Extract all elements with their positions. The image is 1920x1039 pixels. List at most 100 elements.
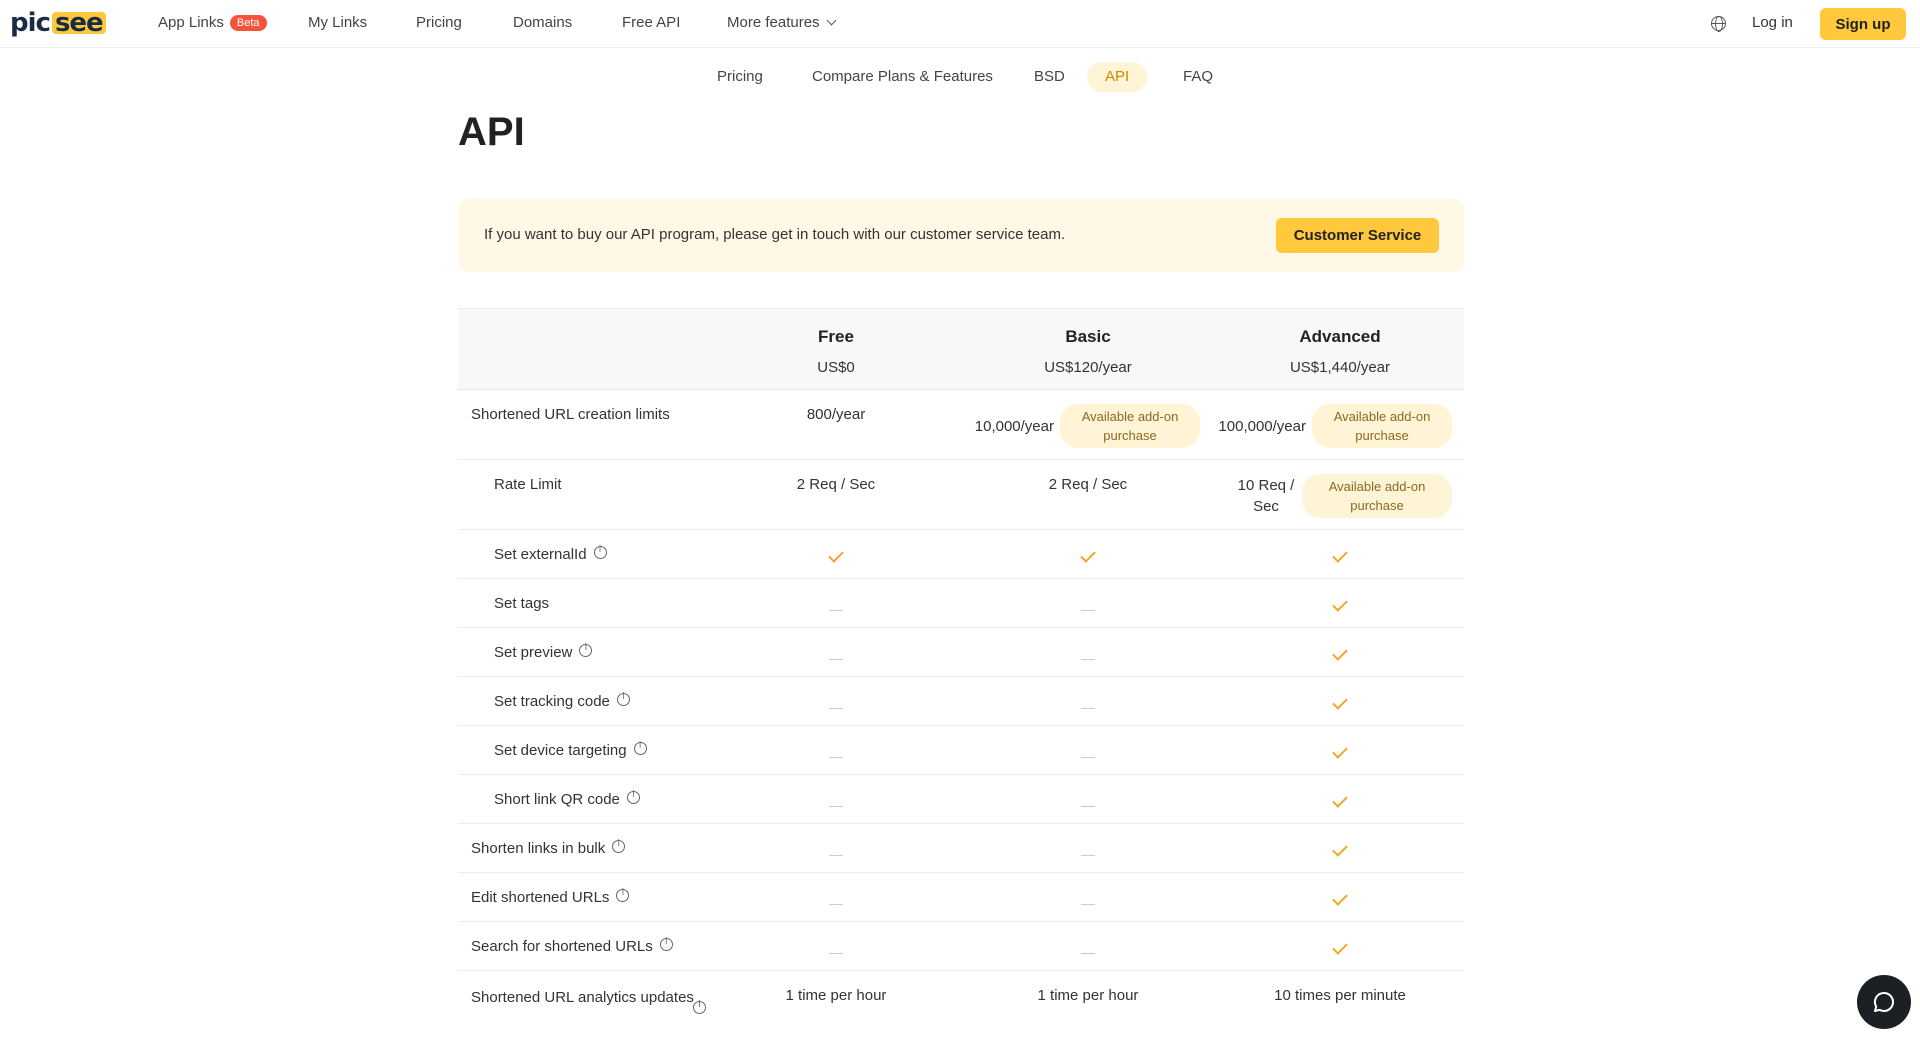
- addon-badge: Available add-on purchase: [1302, 474, 1452, 518]
- check-icon: [1332, 645, 1348, 661]
- advanced-value: 10 times per minute: [1274, 987, 1406, 1004]
- dash-icon: [829, 707, 843, 709]
- row-label-text: Search for shortened URLs: [471, 938, 653, 955]
- free-value: 1 time per hour: [785, 987, 887, 1004]
- nav-pricing[interactable]: Pricing: [416, 14, 462, 31]
- beta-badge: Beta: [229, 15, 267, 31]
- dash-icon: [1081, 952, 1095, 954]
- tab-pricing[interactable]: Pricing: [717, 62, 763, 92]
- tab-bsd[interactable]: BSD: [1034, 62, 1065, 92]
- free-dash: [710, 797, 962, 814]
- check-icon: [1332, 743, 1348, 759]
- advanced-check: [1214, 742, 1466, 759]
- chat-bubble-icon: [1873, 991, 1894, 1012]
- dash-icon: [829, 658, 843, 660]
- table-row: Shorten links in bulk: [458, 824, 1464, 873]
- plan-price: US$1,440/year: [1289, 359, 1391, 376]
- signup-button[interactable]: Sign up: [1820, 8, 1906, 40]
- check-icon: [1332, 939, 1348, 955]
- picsee-logo[interactable]: pic see: [10, 8, 106, 38]
- globe-icon[interactable]: [1711, 16, 1726, 32]
- info-icon[interactable]: [593, 545, 607, 559]
- nav-domains[interactable]: Domains: [513, 14, 572, 31]
- row-label-text: Set tracking code: [494, 693, 610, 710]
- table-row: Set tracking code: [458, 677, 1464, 726]
- row-label-text: Edit shortened URLs: [471, 889, 610, 906]
- basic-dash: [962, 748, 1214, 765]
- row-label: Set tracking code: [494, 692, 630, 710]
- row-label: Rate Limit: [494, 476, 562, 493]
- table-row: Rate Limit 2 Req / Sec 2 Req / Sec 10 Re…: [458, 460, 1464, 530]
- table-row: Shortened URL analytics updates 1 time p…: [458, 971, 1464, 1039]
- check-icon: [1332, 890, 1348, 906]
- advanced-cell: 100,000/year Available add-on purchase: [1214, 404, 1466, 448]
- plan-price: US$0: [817, 359, 855, 376]
- tab-faq[interactable]: FAQ: [1183, 62, 1213, 92]
- basic-value: 2 Req / Sec: [1048, 476, 1128, 493]
- advanced-check: [1214, 938, 1466, 955]
- advanced-check: [1214, 791, 1466, 808]
- advanced-check: [1214, 595, 1466, 612]
- top-navigation: pic see App Links Beta My Links Pricing Do…: [0, 0, 1920, 48]
- free-value: 800/year: [806, 406, 866, 423]
- check-icon: [1332, 841, 1348, 857]
- dash-icon: [829, 805, 843, 807]
- plan-name: Basic: [1065, 327, 1111, 346]
- info-icon[interactable]: [633, 741, 647, 755]
- dash-icon: [1081, 756, 1095, 758]
- info-icon[interactable]: [693, 1000, 706, 1014]
- basic-cell: 10,000/year Available add-on purchase: [962, 404, 1214, 448]
- row-label: Set externalId: [494, 545, 607, 563]
- row-label: Shorten links in bulk: [471, 839, 626, 857]
- basic-dash: [962, 797, 1214, 814]
- chat-button[interactable]: [1857, 975, 1911, 1029]
- row-label: Set tags: [494, 595, 550, 612]
- tab-compare-plans[interactable]: Compare Plans & Features: [812, 62, 993, 92]
- table-row: Edit shortened URLs: [458, 873, 1464, 922]
- check-icon: [1332, 694, 1348, 710]
- info-icon[interactable]: [579, 643, 593, 657]
- table-row: Short link QR code: [458, 775, 1464, 824]
- advanced-check: [1214, 546, 1466, 563]
- dash-icon: [1081, 707, 1095, 709]
- table-row: Set device targeting: [458, 726, 1464, 775]
- advanced-value: 10 Req / Sec: [1237, 477, 1295, 515]
- dash-icon: [1081, 854, 1095, 856]
- more-features-label: More features: [727, 14, 820, 31]
- nav-app-links[interactable]: App Links Beta: [158, 14, 267, 31]
- advanced-cell: 10 Req / Sec Available add-on purchase: [1214, 474, 1466, 518]
- info-icon[interactable]: [616, 692, 630, 706]
- logo-text-pic: pic: [10, 8, 51, 38]
- customer-service-button[interactable]: Customer Service: [1276, 218, 1439, 253]
- basic-value: 10,000/year: [974, 417, 1054, 435]
- dash-icon: [829, 854, 843, 856]
- check-icon: [828, 547, 844, 563]
- row-label: Set preview: [494, 643, 593, 661]
- info-icon[interactable]: [612, 839, 626, 853]
- info-icon[interactable]: [616, 888, 630, 902]
- check-icon: [1080, 547, 1096, 563]
- page-title: API: [458, 110, 525, 154]
- table-row: Set externalId: [458, 530, 1464, 579]
- nav-my-links[interactable]: My Links: [308, 14, 367, 31]
- check-icon: [1332, 792, 1348, 808]
- dash-icon: [829, 756, 843, 758]
- plan-advanced-header: Advanced US$1,440/year: [1214, 327, 1466, 376]
- info-icon[interactable]: [659, 937, 673, 951]
- login-link[interactable]: Log in: [1752, 14, 1793, 31]
- dash-icon: [1081, 903, 1095, 905]
- nav-more-features[interactable]: More features: [727, 14, 836, 31]
- plan-price: US$120/year: [1044, 359, 1132, 376]
- addon-badge: Available add-on purchase: [1312, 404, 1452, 448]
- advanced-check: [1214, 840, 1466, 857]
- nav-free-api[interactable]: Free API: [622, 14, 680, 31]
- info-icon[interactable]: [626, 790, 640, 804]
- tab-api[interactable]: API: [1087, 62, 1148, 92]
- free-dash: [710, 944, 962, 961]
- free-value: 2 Req / Sec: [796, 476, 876, 493]
- check-icon: [1332, 596, 1348, 612]
- advanced-check: [1214, 644, 1466, 661]
- table-row: Shortened URL creation limits 800/year 1…: [458, 390, 1464, 460]
- basic-dash: [962, 699, 1214, 716]
- plan-free-header: Free US$0: [710, 327, 962, 376]
